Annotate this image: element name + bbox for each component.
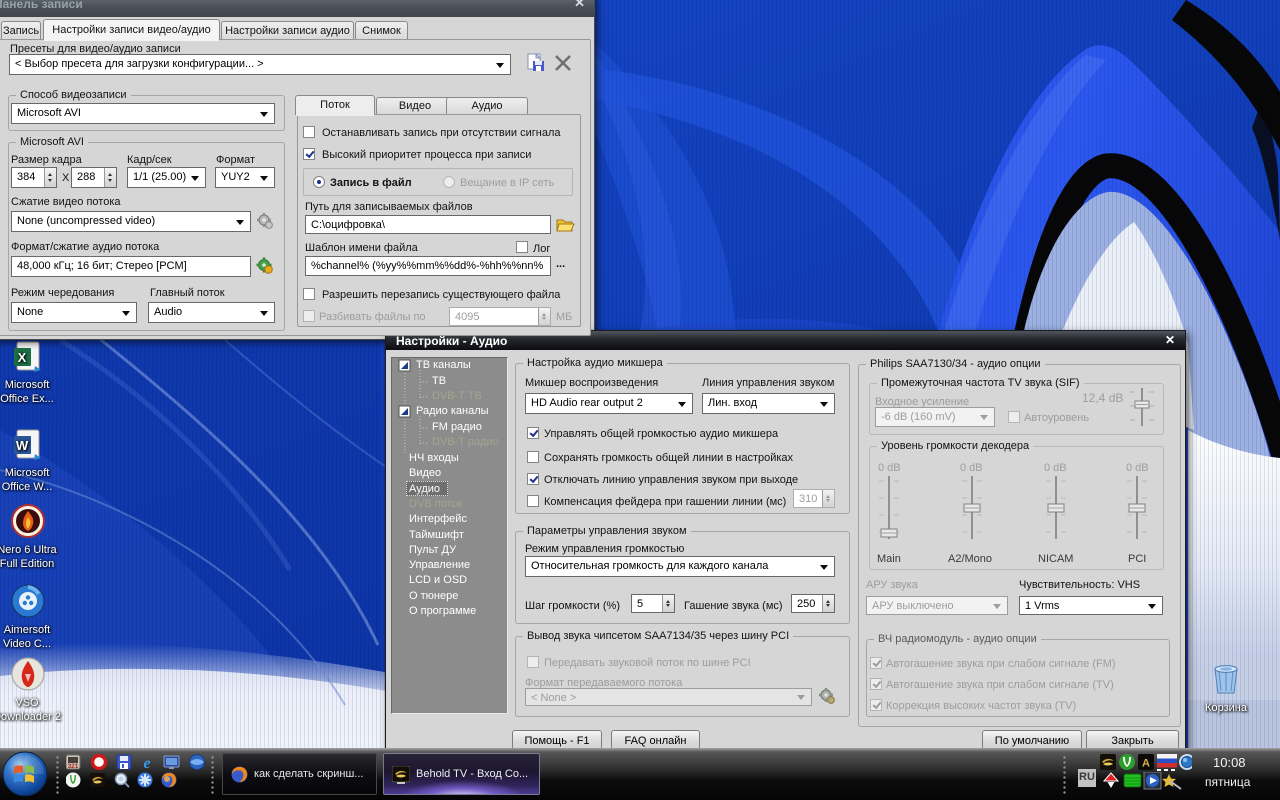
svg-text:e: e [143, 755, 150, 771]
svg-text:321: 321 [68, 763, 79, 770]
svg-text:X: X [18, 350, 27, 365]
svg-text:W: W [16, 438, 29, 453]
svg-text:A: A [1142, 758, 1150, 770]
